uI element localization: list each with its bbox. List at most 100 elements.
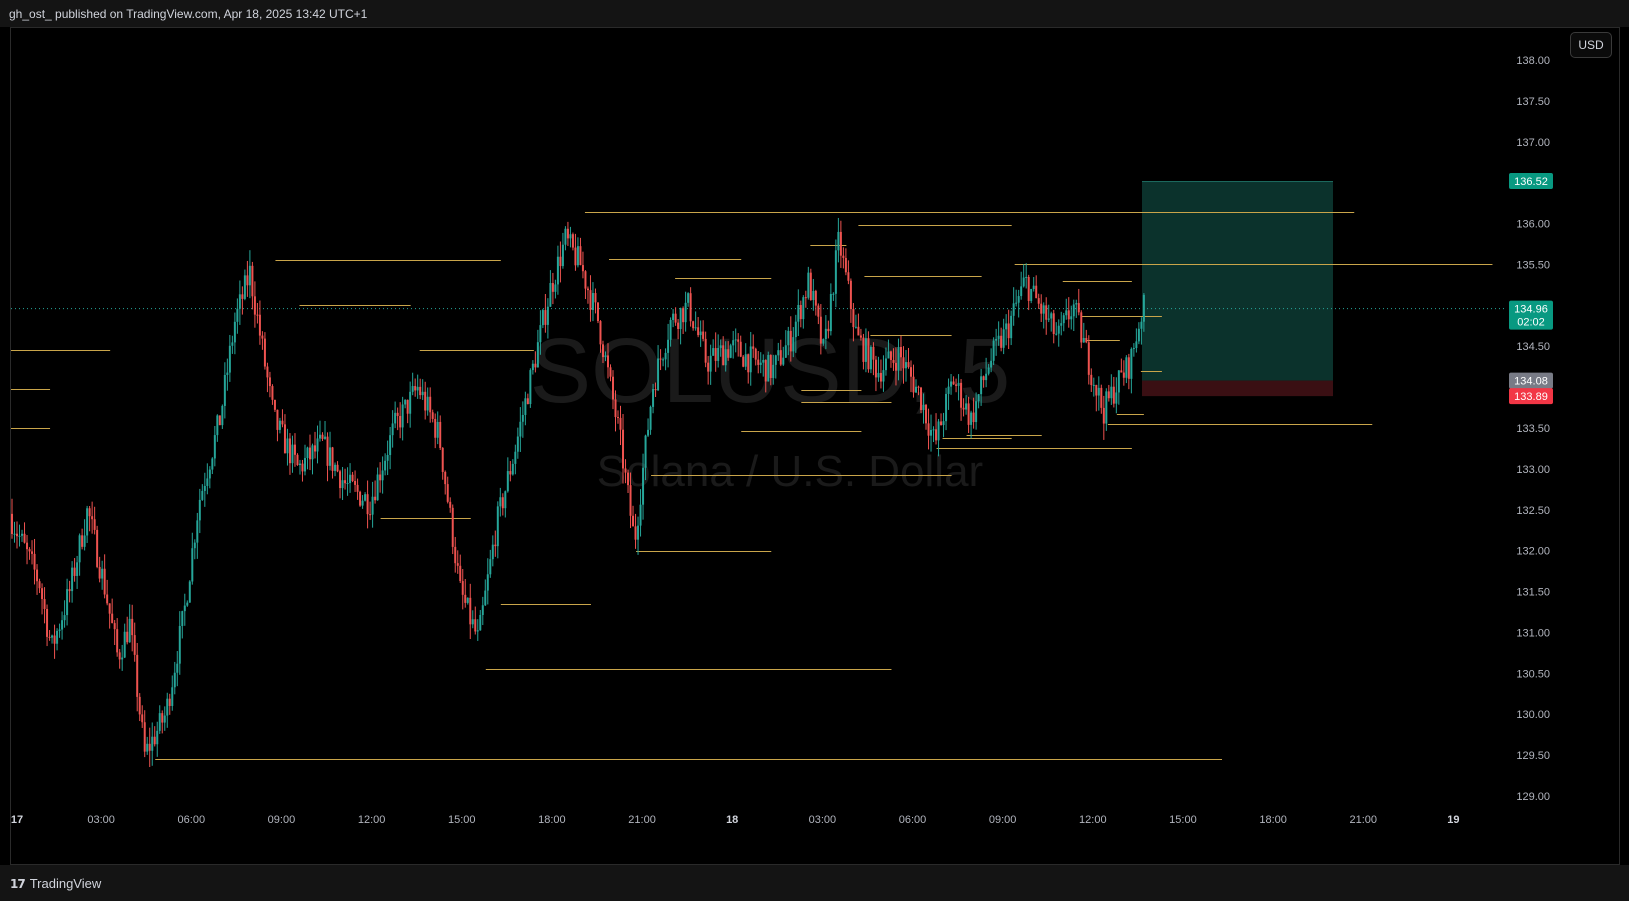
candle-body [757, 359, 760, 365]
candle-body [1007, 323, 1010, 339]
candle-body [331, 447, 334, 471]
candle-body [614, 399, 617, 418]
candle-body [997, 335, 1000, 339]
candle-body [576, 246, 579, 266]
candle-body [829, 293, 832, 332]
candle-body [136, 654, 139, 697]
candle-body [962, 407, 965, 410]
candle-body [241, 294, 244, 299]
candle-body [1095, 384, 1098, 396]
candle-body [864, 338, 867, 362]
candle-body [784, 345, 787, 358]
candle-body [271, 386, 274, 400]
candle-body [81, 535, 84, 547]
candle-body [852, 308, 855, 328]
candle-body [31, 551, 34, 554]
candle-body [569, 234, 572, 239]
candle-body [759, 362, 762, 365]
candle-body [121, 657, 124, 660]
candle-body [1050, 313, 1053, 319]
time-tick-label: 18:00 [1259, 814, 1287, 826]
candle-body [88, 508, 91, 517]
candle-body [464, 594, 467, 603]
candle-body [554, 284, 557, 292]
candle-body [98, 566, 101, 579]
price-tick-label: 137.50 [1516, 96, 1550, 108]
time-tick-label: 06:00 [178, 814, 206, 826]
candle-body [544, 310, 547, 325]
candle-body [702, 331, 705, 339]
candle-body [386, 454, 389, 461]
candle-body [724, 349, 727, 366]
candle-body [46, 608, 49, 637]
candle-body [699, 331, 702, 336]
candle-body [278, 420, 281, 430]
candle-body [930, 430, 933, 436]
candle-body [817, 305, 820, 317]
candle-body [749, 346, 752, 373]
candle-body [148, 743, 151, 751]
time-axis: 17 03:00 06:00 09:00 12:00 15:00 18:00 21:00 18 0… [11, 814, 1460, 826]
candle-body [469, 597, 472, 625]
candle-body [238, 294, 241, 309]
candle-body [1067, 310, 1070, 320]
candle-body [1085, 337, 1088, 343]
time-tick-label: 21:00 [1349, 814, 1377, 826]
candle-body [151, 736, 154, 751]
candle-body [1045, 305, 1048, 320]
candle-body [474, 619, 477, 632]
candle-body [649, 406, 652, 430]
candle-body [71, 567, 74, 592]
candle-body [804, 297, 807, 299]
candle-body [434, 418, 437, 438]
candle-body [591, 293, 594, 310]
candle-body [1080, 312, 1083, 343]
candle-body [799, 305, 802, 320]
candle-body [794, 321, 797, 338]
candle-body [481, 605, 484, 615]
candle-body [985, 373, 988, 381]
candle-body [268, 377, 271, 387]
candle-body [314, 445, 317, 452]
candle-body [536, 342, 539, 368]
candle-body [113, 623, 116, 630]
candle-body [409, 391, 412, 414]
candle-body [1037, 298, 1040, 304]
candle-body [281, 420, 284, 425]
bottom-bar [0, 865, 1629, 901]
chart-canvas[interactable]: SOLUSD, 5 Solana / U.S. Dollar 138.00 137… [0, 0, 1629, 865]
candle-body [349, 474, 352, 484]
candle-body [874, 359, 877, 378]
candle-body [920, 387, 923, 411]
candle-body [23, 533, 26, 543]
candle-body [842, 255, 845, 258]
candle-body [203, 485, 206, 491]
price-tick-label: 129.00 [1516, 791, 1550, 803]
time-tick-label: 06:00 [899, 814, 927, 826]
time-tick-label: 12:00 [358, 814, 386, 826]
candle-body [133, 635, 136, 655]
candle-body [571, 234, 574, 248]
candle-body [414, 386, 417, 391]
candle-body [617, 417, 620, 419]
candle-body [877, 372, 880, 378]
candle-body [960, 382, 963, 408]
candle-body [93, 519, 96, 530]
candle-body [882, 370, 885, 382]
candle-body [13, 533, 16, 535]
candle-body [186, 602, 189, 606]
candle-body [839, 231, 842, 256]
candle-body [73, 567, 76, 576]
currency-button[interactable]: USD [1570, 32, 1612, 58]
candle-body [977, 394, 980, 402]
candle-body [844, 257, 847, 273]
candle-body [479, 614, 482, 631]
candle-body [459, 565, 462, 582]
candle-body [847, 272, 850, 281]
tradingview-brand[interactable]: 17 TradingView [10, 876, 101, 891]
candle-body [1132, 348, 1135, 350]
candle-body [138, 696, 141, 715]
candle-body [231, 342, 234, 346]
position-zones [1142, 181, 1333, 397]
candle-body [1075, 303, 1078, 305]
